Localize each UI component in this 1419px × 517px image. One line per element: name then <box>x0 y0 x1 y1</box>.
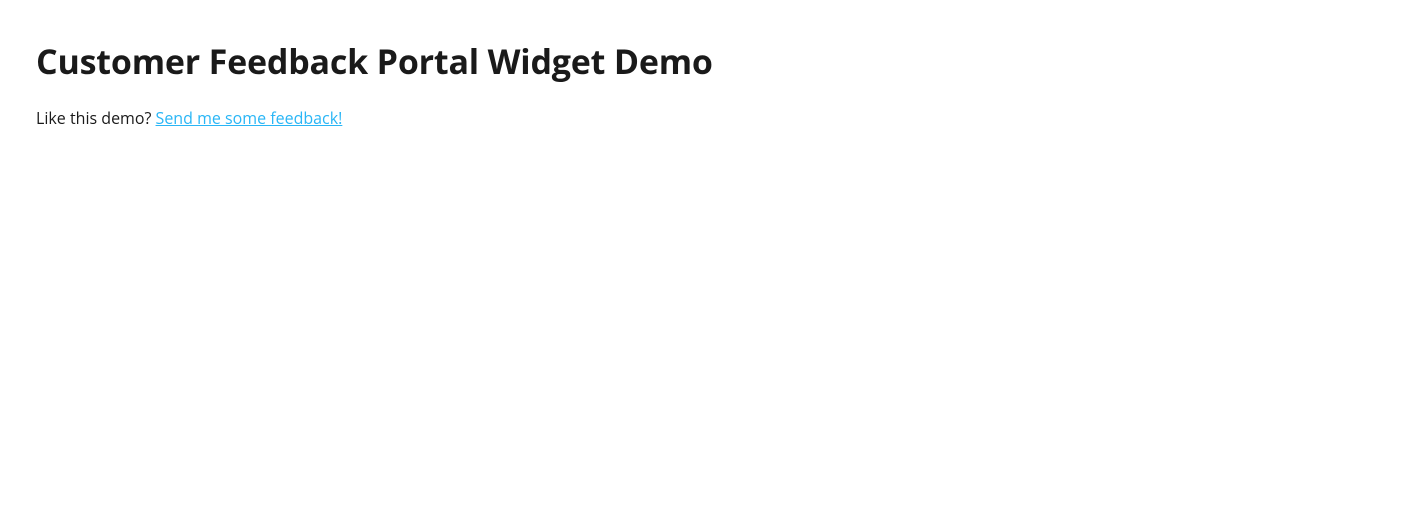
prompt-text: Like this demo? <box>36 107 156 129</box>
prompt-paragraph: Like this demo? Send me some feedback! <box>36 106 1383 130</box>
feedback-link[interactable]: Send me some feedback! <box>156 107 343 129</box>
page-title: Customer Feedback Portal Widget Demo <box>36 38 1383 84</box>
